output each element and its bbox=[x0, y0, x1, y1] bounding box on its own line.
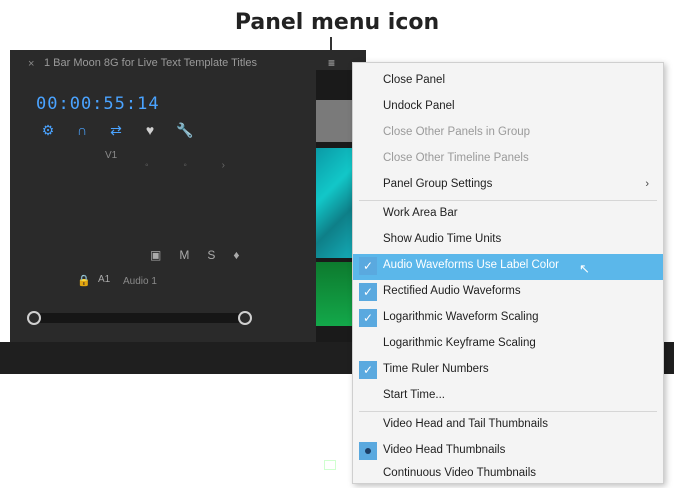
panel-menu-icon[interactable]: ≡ bbox=[328, 57, 340, 69]
track-v1-label: V1 bbox=[105, 150, 118, 161]
menu-item-logarithmic-keyframe-scaling[interactable]: Logarithmic Keyframe Scaling bbox=[353, 332, 663, 358]
timeline-panel: × 1 Bar Moon 8G for Live Text Template T… bbox=[10, 50, 366, 470]
solo-icon[interactable]: M bbox=[179, 248, 207, 262]
clip-marker-icon bbox=[324, 460, 336, 470]
menu-item-label: Undock Panel bbox=[383, 100, 455, 112]
check-icon: ✓ bbox=[359, 309, 377, 327]
track-a1-label: A1 bbox=[98, 274, 111, 285]
menu-item-close-panel[interactable]: Close Panel bbox=[353, 69, 663, 95]
sequence-title[interactable]: 1 Bar Moon 8G for Live Text Template Tit… bbox=[44, 57, 257, 69]
check-icon: ✓ bbox=[359, 361, 377, 379]
menu-item-video-head-tail-thumbnails[interactable]: Video Head and Tail Thumbnails bbox=[353, 413, 663, 439]
menu-item-label: Continuous Video Thumbnails bbox=[383, 467, 537, 479]
menu-item-audio-waveforms-label-color[interactable]: ✓ Audio Waveforms Use Label Color ↖ bbox=[353, 254, 663, 280]
menu-item-work-area-bar[interactable]: Work Area Bar bbox=[353, 202, 663, 228]
menu-item-label: Close Panel bbox=[383, 74, 446, 86]
playhead-timecode[interactable]: 00:00:55:14 bbox=[36, 94, 160, 114]
menu-item-label: Time Ruler Numbers bbox=[383, 363, 489, 375]
panel-context-menu: Close Panel Undock Panel Close Other Pan… bbox=[352, 62, 664, 484]
zoom-scrollbar[interactable] bbox=[27, 311, 252, 325]
mute-icon[interactable]: ▣ bbox=[150, 248, 179, 262]
menu-item-rectified-audio-waveforms[interactable]: ✓ Rectified Audio Waveforms bbox=[353, 280, 663, 306]
audio-track-controls: ▣MS♦ bbox=[150, 248, 257, 262]
cursor-icon: ↖ bbox=[579, 261, 590, 276]
magnet-icon[interactable]: ∩ bbox=[74, 122, 90, 138]
menu-item-label: Logarithmic Waveform Scaling bbox=[383, 311, 539, 323]
chevron-right-icon: › bbox=[645, 178, 649, 190]
menu-item-label: Show Audio Time Units bbox=[383, 233, 502, 245]
linked-selection-icon[interactable]: ⇄ bbox=[108, 122, 124, 138]
voiceover-icon[interactable]: ♦ bbox=[233, 248, 257, 262]
menu-item-logarithmic-waveform-scaling[interactable]: ✓ Logarithmic Waveform Scaling bbox=[353, 306, 663, 332]
solo-s-icon[interactable]: S bbox=[207, 248, 233, 262]
menu-item-label: Logarithmic Keyframe Scaling bbox=[383, 337, 536, 349]
menu-item-panel-group-settings[interactable]: Panel Group Settings › bbox=[353, 173, 663, 199]
menu-item-label: Video Head Thumbnails bbox=[383, 444, 506, 456]
menu-item-continuous-video-thumbnails[interactable]: Continuous Video Thumbnails bbox=[353, 462, 663, 488]
menu-separator bbox=[359, 200, 657, 201]
zoom-handle-right[interactable] bbox=[238, 311, 252, 325]
settings-icon[interactable]: ⚙ bbox=[40, 122, 56, 138]
panel-tab[interactable]: × 1 Bar Moon 8G for Live Text Template T… bbox=[10, 50, 366, 78]
track-controls: ◦ ◦ › bbox=[145, 160, 241, 171]
zoom-handle-left[interactable] bbox=[27, 311, 41, 325]
check-icon: ✓ bbox=[359, 283, 377, 301]
menu-item-label: Audio Waveforms Use Label Color bbox=[383, 259, 559, 271]
menu-item-time-ruler-numbers[interactable]: ✓ Time Ruler Numbers bbox=[353, 358, 663, 384]
callout-title: Panel menu icon bbox=[234, 10, 440, 35]
menu-item-undock-panel[interactable]: Undock Panel bbox=[353, 95, 663, 121]
audio-track-name: Audio 1 bbox=[123, 276, 157, 287]
marker-icon[interactable]: ♥ bbox=[142, 122, 158, 138]
close-icon[interactable]: × bbox=[28, 58, 34, 70]
lock-icon[interactable]: 🔒 bbox=[77, 274, 91, 287]
menu-separator bbox=[359, 411, 657, 412]
menu-item-label: Start Time... bbox=[383, 389, 445, 401]
menu-item-label: Close Other Panels in Group bbox=[383, 126, 531, 138]
menu-item-label: Work Area Bar bbox=[383, 207, 458, 219]
radio-selected-icon bbox=[359, 442, 377, 460]
menu-item-label: Close Other Timeline Panels bbox=[383, 152, 529, 164]
menu-item-label: Panel Group Settings bbox=[383, 178, 493, 190]
menu-item-close-other-panels: Close Other Panels in Group bbox=[353, 121, 663, 147]
menu-item-start-time[interactable]: Start Time... bbox=[353, 384, 663, 410]
menu-item-label: Video Head and Tail Thumbnails bbox=[383, 418, 548, 430]
check-icon: ✓ bbox=[359, 257, 377, 275]
wrench-icon[interactable]: 🔧 bbox=[176, 122, 193, 138]
menu-item-close-other-timelines: Close Other Timeline Panels bbox=[353, 147, 663, 173]
menu-item-label: Rectified Audio Waveforms bbox=[383, 285, 521, 297]
menu-item-show-audio-time-units[interactable]: Show Audio Time Units bbox=[353, 228, 663, 254]
